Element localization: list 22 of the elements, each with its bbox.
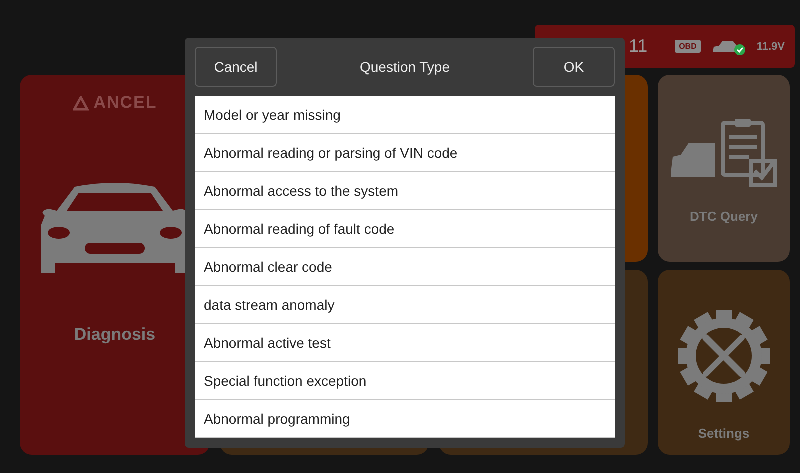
tile-label: Settings: [698, 426, 750, 441]
tile-label: Diagnosis: [74, 325, 156, 345]
triangle-logo-icon: [72, 96, 89, 110]
tile-label: DTC Query: [690, 209, 758, 224]
option-item[interactable]: data stream anomaly: [195, 286, 615, 324]
option-item[interactable]: Model or year missing: [195, 96, 615, 134]
tools-gear-icon: [676, 308, 772, 404]
ok-button[interactable]: OK: [533, 47, 615, 87]
option-item[interactable]: Abnormal reading of fault code: [195, 210, 615, 248]
option-item[interactable]: Special function exception: [195, 362, 615, 400]
option-item[interactable]: Abnormal reading or parsing of VIN code: [195, 134, 615, 172]
brand-logo: ANCEL: [94, 93, 158, 113]
option-item[interactable]: Abnormal clear code: [195, 248, 615, 286]
dialog-title: Question Type: [360, 59, 450, 75]
option-item[interactable]: Abnormal programming: [195, 400, 615, 438]
cancel-button[interactable]: Cancel: [195, 47, 277, 87]
status-text: 11: [629, 36, 648, 57]
option-item[interactable]: Abnormal access to the system: [195, 172, 615, 210]
car-clipboard-icon: [669, 117, 779, 187]
voltage-reading: 11.9V: [756, 40, 785, 52]
option-item[interactable]: Abnormal active test: [195, 324, 615, 362]
battery-icon: OBD: [675, 40, 701, 53]
